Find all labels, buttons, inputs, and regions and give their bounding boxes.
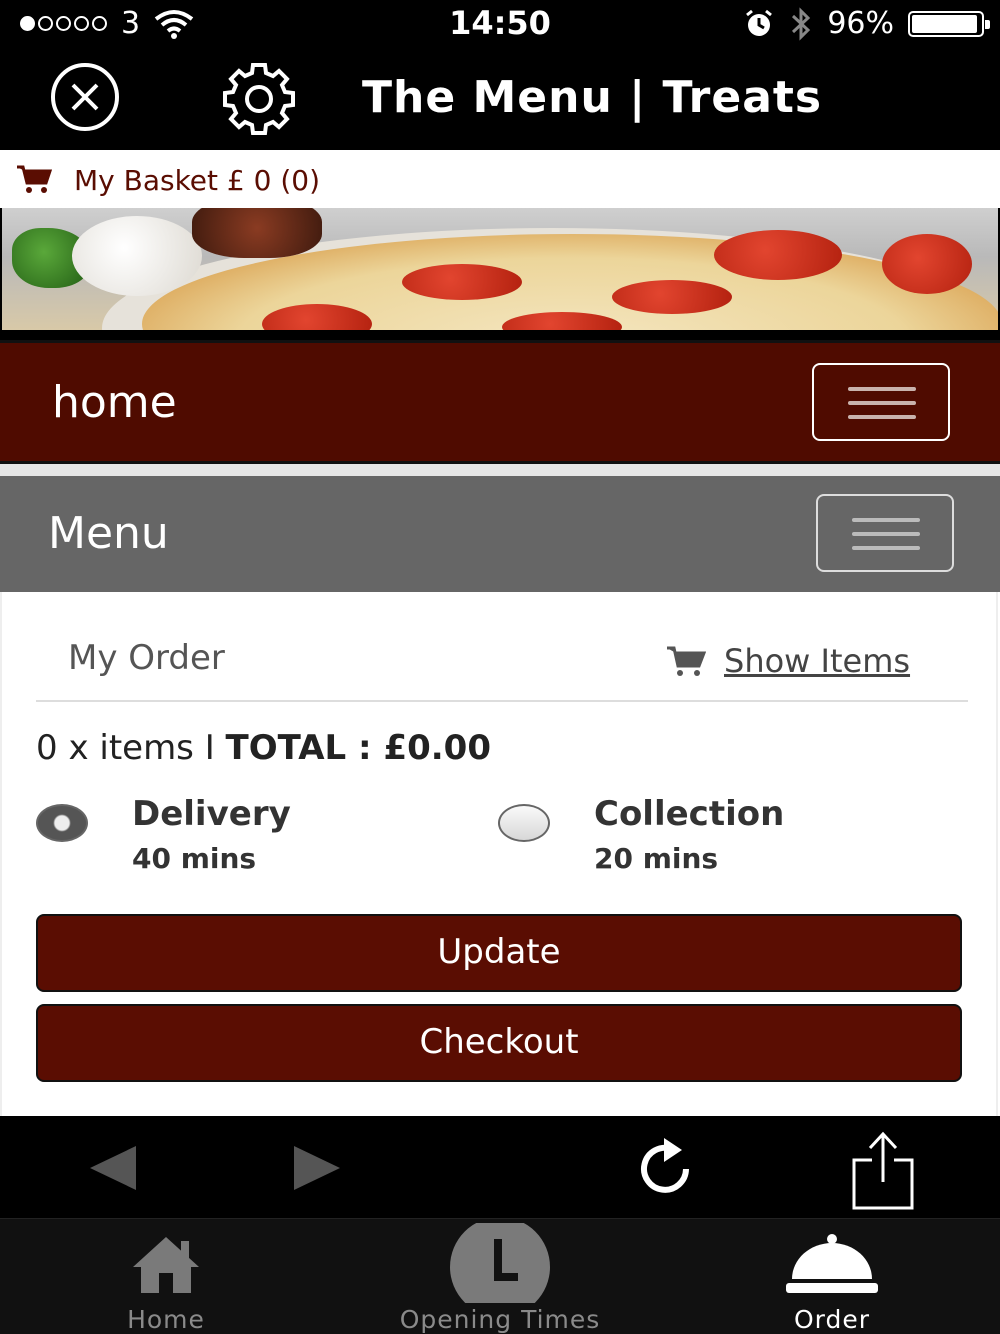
tab-opening-times-label: Opening Times: [399, 1305, 601, 1334]
service-bell-icon: [786, 1234, 878, 1293]
divider: [0, 464, 1000, 476]
tab-opening-times[interactable]: Opening Times: [370, 1219, 630, 1334]
status-bar: 3 14:50 96%: [0, 0, 1000, 48]
tab-order[interactable]: Order: [752, 1219, 912, 1334]
order-title: My Order: [68, 638, 225, 678]
clock-icon: [450, 1223, 550, 1303]
basket-bar[interactable]: My Basket £ 0 (0): [0, 150, 1000, 208]
menu-nav-label[interactable]: Menu: [48, 508, 169, 559]
share-icon[interactable]: [848, 1130, 918, 1212]
update-button[interactable]: Update: [36, 914, 962, 992]
status-right: 96%: [743, 6, 990, 41]
tab-bar: Home Opening Times Order: [0, 1218, 1000, 1334]
tab-order-label: Order: [793, 1305, 871, 1334]
menu-nav-bar: Menu: [0, 476, 1000, 592]
forward-arrow-icon[interactable]: [294, 1146, 340, 1190]
home-nav-bar: home: [0, 340, 1000, 464]
cart-icon: [17, 165, 52, 193]
items-count: 0 x items I: [36, 728, 215, 768]
tab-home[interactable]: Home: [86, 1219, 246, 1334]
delivery-label: Delivery: [132, 794, 291, 834]
home-nav-label[interactable]: home: [52, 377, 177, 428]
alarm-icon: [746, 9, 773, 36]
delivery-option[interactable]: Delivery 40 mins: [36, 788, 456, 888]
close-circle-icon[interactable]: [50, 62, 120, 132]
delivery-time: 40 mins: [132, 842, 257, 875]
browser-toolbar: [0, 1116, 1000, 1218]
order-panel: My Order Show Items 0 x items I TOTAL : …: [0, 592, 1000, 1116]
back-arrow-icon[interactable]: [90, 1146, 136, 1190]
show-items-link[interactable]: Show Items: [666, 642, 910, 680]
app-header: The Menu | Treats: [0, 48, 1000, 150]
gear-icon[interactable]: [220, 60, 298, 138]
order-divider: [36, 700, 968, 702]
delivery-radio[interactable]: [36, 804, 88, 842]
collection-radio[interactable]: [498, 804, 550, 842]
battery-icon: [908, 10, 990, 37]
checkout-button[interactable]: Checkout: [36, 1004, 962, 1082]
order-total: TOTAL : £0.00: [225, 728, 491, 768]
page-title: The Menu | Treats: [362, 72, 823, 123]
show-items-label[interactable]: Show Items: [724, 642, 910, 680]
collection-label: Collection: [594, 794, 785, 834]
cart-icon: [667, 646, 706, 676]
tab-home-label: Home: [127, 1305, 205, 1334]
menu-toggle-icon[interactable]: [816, 494, 954, 572]
order-summary: 0 x items I TOTAL : £0.00: [36, 728, 491, 768]
collection-option[interactable]: Collection 20 mins: [498, 788, 918, 888]
house-icon: [133, 1237, 199, 1293]
home-menu-toggle-icon[interactable]: [812, 363, 950, 441]
bluetooth-icon: [792, 6, 811, 41]
collection-time: 20 mins: [594, 842, 719, 875]
pizza-banner-image: [2, 208, 998, 330]
battery-percent: 96%: [827, 6, 894, 41]
basket-summary[interactable]: My Basket £ 0 (0): [74, 164, 320, 197]
reload-icon[interactable]: [632, 1136, 698, 1202]
